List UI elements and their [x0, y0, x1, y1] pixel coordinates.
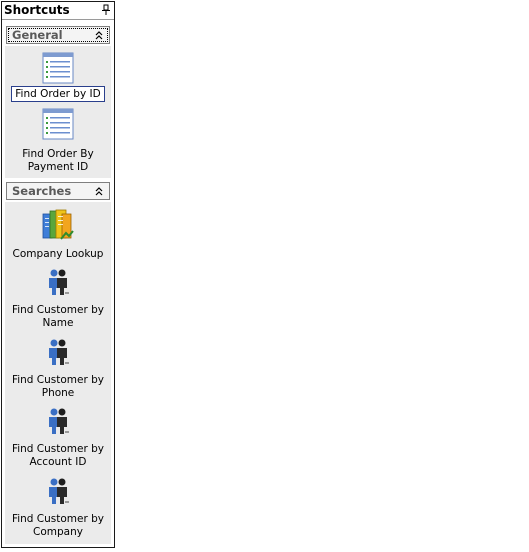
chevron-double-up-icon[interactable] [95, 31, 103, 40]
document-list-icon [42, 52, 74, 84]
chevron-double-up-icon[interactable] [95, 187, 103, 196]
document-list-icon [42, 108, 74, 140]
group-header-searches[interactable]: Searches [6, 182, 110, 200]
pin-icon[interactable] [101, 4, 111, 16]
shortcut-label: Find Customer by Phone [11, 374, 105, 399]
group-title-general: General [12, 28, 63, 42]
shortcut-find-customer-by-name[interactable]: Find Customer by Name [5, 268, 111, 332]
shortcut-find-order-by-payment-id[interactable]: Find Order By Payment ID [5, 108, 111, 174]
shortcut-company-lookup[interactable]: Company Lookup [5, 208, 111, 262]
shortcut-find-customer-by-phone[interactable]: Find Customer by Phone [5, 338, 111, 402]
shortcut-find-order-by-id[interactable]: Find Order by ID [5, 52, 111, 104]
people-icon [49, 478, 69, 504]
panel-header: Shortcuts [2, 2, 114, 20]
shortcut-label: Find Customer by Name [11, 304, 105, 329]
people-icon [49, 408, 69, 434]
shortcut-find-customer-by-account-id[interactable]: Find Customer by Account ID [5, 407, 111, 471]
company-folders-icon [42, 209, 74, 240]
people-icon [49, 269, 69, 295]
shortcut-label: Find Customer by Company [11, 513, 105, 538]
shortcut-label: Company Lookup [12, 248, 104, 260]
shortcut-label: Find Customer by Account ID [11, 443, 105, 468]
shortcut-label: Find Order By Payment ID [22, 148, 94, 173]
shortcuts-panel: Shortcuts General Find Order by ID Find … [1, 1, 115, 548]
people-icon [49, 339, 69, 365]
group-title-searches: Searches [12, 184, 72, 198]
shortcut-label: Find Order by ID [5, 86, 111, 102]
selected-label-text: Find Order by ID [11, 86, 105, 102]
group-header-general[interactable]: General [6, 26, 110, 44]
panel-title: Shortcuts [4, 3, 70, 17]
shortcut-find-customer-by-company[interactable]: Find Customer by Company [5, 477, 111, 541]
